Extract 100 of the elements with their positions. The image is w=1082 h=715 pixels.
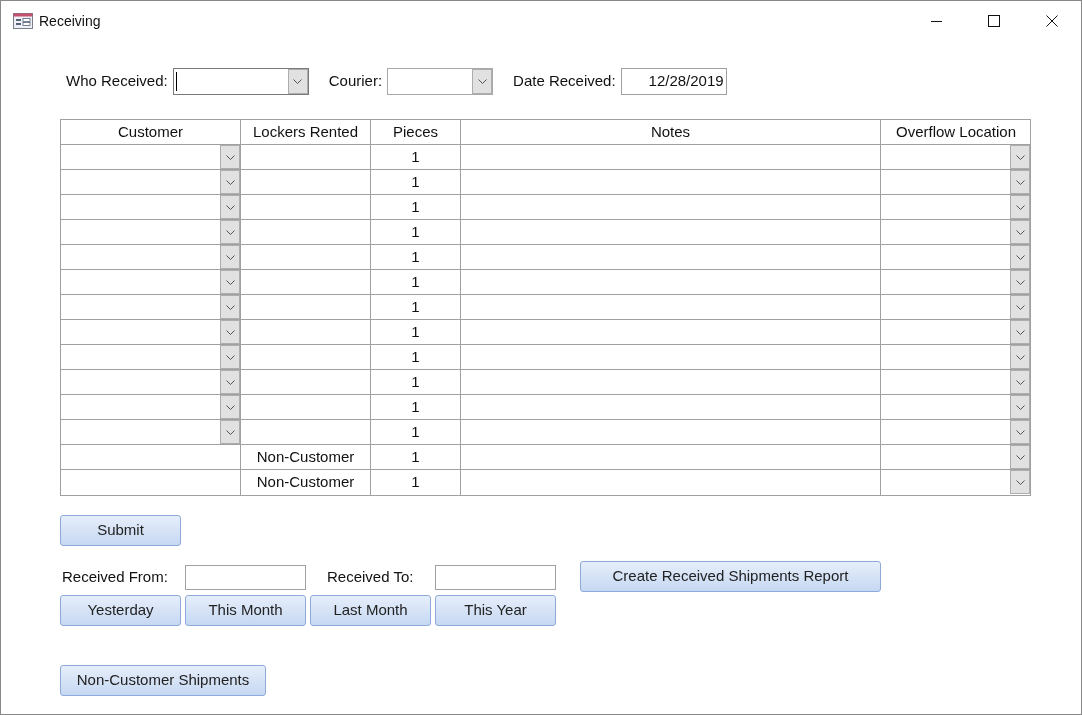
text-cursor	[175, 71, 177, 91]
pieces-cell: 1	[371, 195, 461, 219]
lockers-cell: Non-Customer	[241, 445, 371, 469]
minimize-icon	[930, 20, 942, 22]
dropdown-button[interactable]	[220, 345, 240, 369]
chevron-down-icon	[225, 254, 235, 260]
pieces-cell: 1	[371, 245, 461, 269]
pieces-cell: 1	[371, 170, 461, 194]
chevron-down-icon	[225, 304, 235, 310]
dropdown-button[interactable]	[220, 395, 240, 419]
chevron-down-icon	[225, 404, 235, 410]
pieces-cell: 1	[371, 345, 461, 369]
dropdown-button[interactable]	[220, 195, 240, 219]
column-header: Lockers Rented	[241, 120, 371, 144]
date-field[interactable]: 12/28/2019	[620, 67, 727, 95]
pieces-cell: 1	[371, 320, 461, 344]
pieces-cell: 1	[371, 420, 461, 444]
dropdown-button[interactable]	[220, 145, 240, 169]
column-header: Pieces	[371, 120, 461, 144]
chevron-down-icon	[1015, 179, 1025, 185]
submit-button[interactable]: Submit	[60, 515, 181, 546]
chevron-down-icon	[225, 329, 235, 335]
column-header: Customer	[61, 120, 241, 144]
field-label: Date Received:	[513, 70, 616, 91]
dropdown-button[interactable]	[1010, 370, 1030, 394]
chevron-down-icon	[1015, 229, 1025, 235]
dropdown-button[interactable]	[1010, 295, 1030, 319]
close-icon	[1046, 15, 1058, 27]
pieces-cell: 1	[371, 470, 461, 495]
chevron-down-icon	[1015, 204, 1025, 210]
dropdown-button[interactable]	[220, 370, 240, 394]
pieces-cell: 1	[371, 370, 461, 394]
dropdown-button[interactable]	[220, 170, 240, 194]
chevron-down-icon	[1015, 379, 1025, 385]
chevron-down-icon	[225, 429, 235, 435]
dropdown-button[interactable]	[220, 245, 240, 269]
dropdown-button[interactable]	[220, 295, 240, 319]
dropdown-button[interactable]	[220, 270, 240, 294]
field-label: Courier:	[328, 70, 383, 91]
dropdown-button[interactable]	[1010, 245, 1030, 269]
field-label: Received To:	[326, 567, 415, 588]
lockers-cell: Non-Customer	[241, 470, 371, 495]
maximize-icon	[988, 15, 1000, 27]
dropdown-button[interactable]	[1010, 145, 1030, 169]
column-header: Notes	[461, 120, 881, 144]
dropdown-button[interactable]	[1010, 220, 1030, 244]
field-label: Received From:	[61, 567, 169, 588]
dropdown-button[interactable]	[1010, 445, 1030, 469]
dropdown-button[interactable]	[1010, 320, 1030, 344]
dropdown-button[interactable]	[1010, 470, 1030, 494]
chevron-down-icon	[225, 204, 235, 210]
chevron-down-icon	[1015, 329, 1025, 335]
chevron-down-icon	[1015, 404, 1025, 410]
window-title: Receiving	[39, 11, 101, 31]
chevron-down-icon	[1015, 254, 1025, 260]
field-label: Who Received:	[66, 70, 168, 91]
pieces-cell: 1	[371, 270, 461, 294]
dropdown-button[interactable]	[1010, 420, 1030, 444]
chevron-down-icon	[477, 78, 487, 84]
dropdown-button[interactable]	[1010, 270, 1030, 294]
chevron-down-icon	[225, 179, 235, 185]
chevron-down-icon	[1015, 279, 1025, 285]
pieces-cell: 1	[371, 445, 461, 469]
chevron-down-icon	[225, 379, 235, 385]
dropdown-button[interactable]	[220, 220, 240, 244]
chevron-down-icon	[225, 154, 235, 160]
received-from-field[interactable]	[185, 565, 306, 590]
dropdown-button[interactable]	[1010, 345, 1030, 369]
dropdown-button[interactable]	[287, 68, 308, 94]
chevron-down-icon	[1015, 479, 1025, 485]
date-range-button[interactable]: This Month	[185, 595, 306, 626]
chevron-down-icon	[225, 279, 235, 285]
dropdown-button[interactable]	[1010, 170, 1030, 194]
pieces-cell: 1	[371, 395, 461, 419]
chevron-down-icon	[1015, 454, 1025, 460]
dropdown-button[interactable]	[472, 68, 493, 94]
date-range-button[interactable]: This Year	[435, 595, 556, 626]
date-range-button[interactable]: Yesterday	[60, 595, 181, 626]
pieces-cell: 1	[371, 295, 461, 319]
combo-box[interactable]	[387, 67, 494, 95]
chevron-down-icon	[225, 229, 235, 235]
pieces-cell: 1	[371, 220, 461, 244]
dropdown-button[interactable]	[1010, 395, 1030, 419]
dropdown-button[interactable]	[1010, 195, 1030, 219]
pieces-cell: 1	[371, 145, 461, 169]
chevron-down-icon	[1015, 354, 1025, 360]
report-button[interactable]: Create Received Shipments Report	[580, 561, 881, 592]
chevron-down-icon	[1015, 429, 1025, 435]
non-customer-shipments-button[interactable]: Non-Customer Shipments	[60, 665, 266, 696]
received-to-field[interactable]	[435, 565, 556, 590]
dropdown-button[interactable]	[220, 420, 240, 444]
dropdown-button[interactable]	[220, 320, 240, 344]
chevron-down-icon	[225, 354, 235, 360]
chevron-down-icon	[293, 78, 303, 84]
chevron-down-icon	[1015, 154, 1025, 160]
chevron-down-icon	[1015, 304, 1025, 310]
date-range-button[interactable]: Last Month	[310, 595, 431, 626]
combo-box[interactable]	[172, 67, 309, 95]
column-header: Overflow Location	[894, 121, 1018, 142]
form-icon	[13, 13, 33, 29]
